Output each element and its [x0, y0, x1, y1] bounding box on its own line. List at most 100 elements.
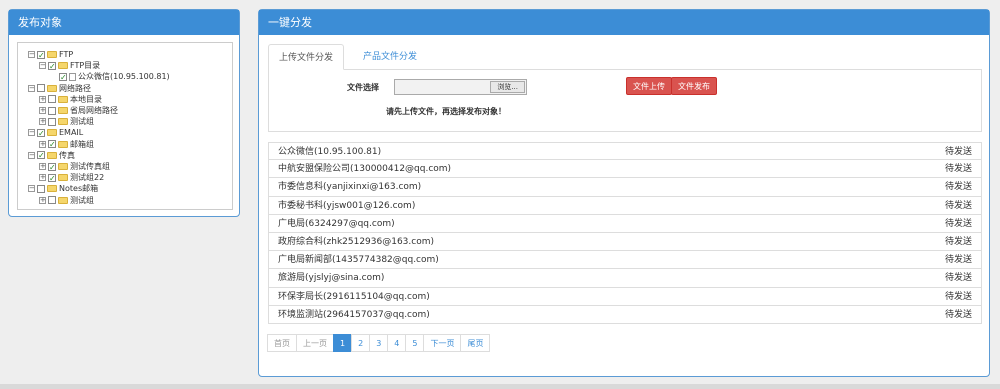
- folder-icon: [47, 84, 57, 92]
- target-name: 广电局新闻部(1435774382@qq.com): [278, 255, 439, 266]
- tree-node-label[interactable]: 网络路径: [59, 83, 91, 94]
- bottom-scroll-area: [0, 384, 1000, 389]
- tree-checkbox[interactable]: ✓: [37, 151, 45, 160]
- upload-form: 文件选择 浏览... 文件上传 文件发布 请先上传文件，再选择发布对象！: [268, 69, 982, 132]
- pagination: 首页 上一页 1 2 3 4 5 下一页 尾页: [267, 334, 491, 352]
- tab-bar: 上传文件分发 产品文件分发: [268, 44, 982, 70]
- list-item: 公众微信(10.95.100.81) 待发送: [268, 142, 982, 161]
- browse-button[interactable]: 浏览...: [490, 81, 525, 93]
- tree-checkbox[interactable]: ✓: [48, 173, 56, 182]
- tree-node-label[interactable]: Notes邮箱: [59, 183, 98, 194]
- target-name: 环保李局长(2916115104@qq.com): [278, 291, 430, 302]
- expand-icon[interactable]: +: [39, 163, 46, 170]
- tree-node[interactable]: + 测试组: [39, 195, 94, 206]
- page-link[interactable]: 5: [405, 334, 425, 352]
- folder-icon: [58, 118, 68, 126]
- tree-node-label[interactable]: 省局网络路径: [70, 105, 118, 116]
- tree-checkbox[interactable]: ✓: [48, 162, 56, 171]
- file-select-label: 文件选择: [347, 83, 379, 92]
- tree-node[interactable]: + 本地目录: [39, 94, 102, 105]
- folder-icon: [47, 151, 57, 159]
- tree-checkbox[interactable]: [37, 184, 45, 193]
- tree-node-label[interactable]: 传真: [59, 150, 75, 161]
- tree-checkbox[interactable]: ✓: [37, 50, 45, 59]
- send-status: 待发送: [944, 200, 972, 211]
- tree-node[interactable]: − ✓ FTP目录: [39, 60, 100, 71]
- tree-node[interactable]: + 省局网络路径: [39, 105, 118, 116]
- tree-node[interactable]: − ✓ EMAIL: [28, 127, 83, 138]
- expand-icon[interactable]: +: [39, 118, 46, 126]
- tree-checkbox[interactable]: ✓: [48, 61, 56, 70]
- list-item: 环境监测站(2964157037@qq.com) 待发送: [268, 305, 982, 324]
- tree-checkbox[interactable]: [48, 95, 56, 104]
- send-status: 待发送: [944, 218, 972, 229]
- tree-node[interactable]: − ✓ FTP: [28, 49, 73, 60]
- target-name: 市委信息科(yanjixinxi@163.com): [278, 182, 422, 193]
- folder-icon: [58, 95, 68, 103]
- tree-node[interactable]: − ✓ 传真: [28, 150, 75, 161]
- tree-checkbox[interactable]: [48, 196, 56, 205]
- tree-node-label[interactable]: 公众微信(10.95.100.81): [78, 71, 170, 82]
- file-input[interactable]: 浏览...: [394, 79, 527, 95]
- page-link[interactable]: 4: [387, 334, 407, 352]
- collapse-icon[interactable]: −: [28, 185, 35, 193]
- tree-checkbox[interactable]: [48, 117, 56, 126]
- page-link[interactable]: 首页: [267, 334, 297, 352]
- list-item: 市委信息科(yanjixinxi@163.com) 待发送: [268, 178, 982, 197]
- tree-node[interactable]: + ✓ 测试传真组: [39, 161, 110, 172]
- tree-checkbox[interactable]: [48, 106, 56, 115]
- list-item: 广电局(6324297@qq.com) 待发送: [268, 214, 982, 233]
- tree-node-label[interactable]: 测试组: [70, 195, 94, 206]
- tree-node[interactable]: + ✓ 邮箱组: [39, 139, 94, 150]
- upload-hint: 请先上传文件，再选择发布对象！: [386, 107, 506, 116]
- file-publish-button[interactable]: 文件发布: [671, 77, 717, 95]
- tree-node[interactable]: + 测试组: [39, 116, 94, 127]
- list-item: 广电局新闻部(1435774382@qq.com) 待发送: [268, 251, 982, 270]
- send-status: 待发送: [944, 273, 972, 284]
- tree-node[interactable]: + ✓ 测试组22: [39, 172, 104, 183]
- tree-node-label[interactable]: FTP: [59, 49, 73, 60]
- expand-icon[interactable]: +: [39, 196, 46, 204]
- tree-node-label[interactable]: 邮箱组: [70, 139, 94, 150]
- page-link[interactable]: 下一页: [423, 334, 462, 352]
- folder-icon: [47, 51, 57, 58]
- tree-node-label[interactable]: FTP目录: [70, 60, 100, 71]
- folder-icon: [58, 62, 68, 70]
- tree-node-label[interactable]: 本地目录: [70, 94, 102, 105]
- tree-checkbox[interactable]: ✓: [37, 128, 45, 137]
- list-item: 市委秘书科(yjsw001@126.com) 待发送: [268, 196, 982, 215]
- collapse-icon[interactable]: −: [28, 84, 35, 92]
- collapse-icon[interactable]: −: [28, 51, 35, 58]
- tree-node-label[interactable]: 测试组: [70, 116, 94, 127]
- expand-icon[interactable]: +: [39, 95, 46, 103]
- collapse-icon[interactable]: −: [39, 62, 46, 70]
- expand-icon[interactable]: +: [39, 140, 46, 148]
- page-link[interactable]: 2: [351, 334, 371, 352]
- tree-node[interactable]: − Notes邮箱: [28, 183, 98, 194]
- collapse-icon[interactable]: −: [28, 151, 35, 159]
- tab-upload-distribute[interactable]: 上传文件分发: [268, 44, 345, 70]
- collapse-icon[interactable]: −: [28, 129, 35, 137]
- tree-node-label[interactable]: 测试传真组: [70, 161, 110, 172]
- tree-checkbox[interactable]: ✓: [59, 72, 67, 81]
- page-link[interactable]: 3: [369, 334, 389, 352]
- page-link[interactable]: 1: [333, 334, 353, 352]
- tab-product-distribute[interactable]: 产品文件分发: [353, 44, 427, 70]
- one-click-distribute-panel: 一键分发 上传文件分发 产品文件分发 文件选择 浏览... 文件上传 文件发布 …: [258, 9, 990, 377]
- list-item: 旅游局(yjslyj@sina.com) 待发送: [268, 269, 982, 288]
- expand-icon[interactable]: +: [39, 174, 46, 182]
- file-upload-button[interactable]: 文件上传: [626, 77, 672, 95]
- expand-icon[interactable]: +: [39, 107, 46, 114]
- page-link[interactable]: 上一页: [296, 334, 334, 352]
- tree-node[interactable]: ✓ 公众微信(10.95.100.81): [50, 71, 170, 82]
- tree-checkbox[interactable]: [37, 84, 45, 93]
- target-name: 中航安盟保险公司(130000412@qq.com): [278, 164, 452, 175]
- tree-checkbox[interactable]: ✓: [48, 140, 56, 149]
- tree-node-label[interactable]: 测试组22: [70, 172, 104, 183]
- page-link[interactable]: 尾页: [460, 334, 491, 352]
- tree-node[interactable]: − 网络路径: [28, 83, 91, 94]
- tree-node-label[interactable]: EMAIL: [59, 127, 83, 138]
- target-tree: − ✓ FTP − ✓ FTP目录 ✓ 公众微信(10.95.100.81) − 网络路径 + 本地目…: [17, 42, 233, 210]
- folder-icon: [58, 196, 68, 204]
